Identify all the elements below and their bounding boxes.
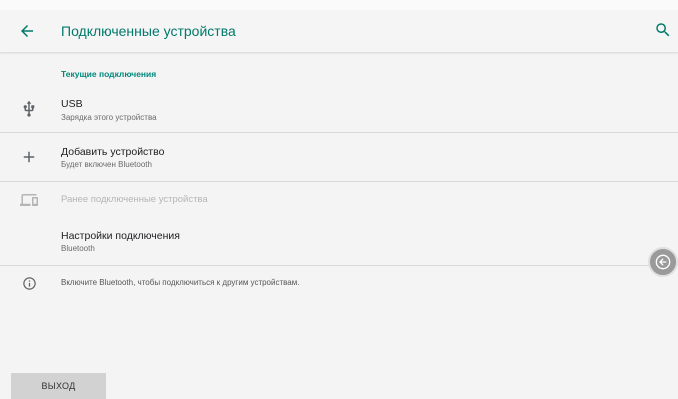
connection-settings-title: Настройки подключения	[61, 230, 180, 242]
arrow-left-icon[interactable]	[18, 22, 36, 40]
divider	[0, 181, 678, 182]
usb-title: USB	[61, 98, 83, 110]
arrow-left-icon	[655, 254, 671, 270]
add-device-row[interactable]: Добавить устройство Будет включен Blueto…	[0, 135, 678, 180]
plus-icon	[23, 151, 35, 163]
add-device-subtitle: Будет включен Bluetooth	[61, 160, 152, 169]
search-icon[interactable]	[654, 21, 672, 39]
usb-subtitle: Зарядка этого устройства	[61, 113, 157, 122]
connection-settings-subtitle: Bluetooth	[61, 244, 95, 253]
previous-devices-label: Ранее подключенные устройства	[61, 194, 208, 205]
devices-icon	[20, 194, 38, 206]
info-text: Включите Bluetooth, чтобы подключиться к…	[61, 278, 300, 287]
connection-settings-row[interactable]: Настройки подключения Bluetooth	[0, 222, 678, 264]
app-bar: Подключенные устройства	[0, 10, 678, 53]
section-header-current: Текущие подключения	[61, 69, 157, 79]
usb-row[interactable]: USB Зарядка этого устройства	[0, 88, 678, 132]
divider	[0, 265, 678, 266]
status-strip	[0, 0, 678, 10]
page-title: Подключенные устройства	[61, 23, 236, 39]
usb-icon	[23, 100, 35, 117]
add-device-title: Добавить устройство	[61, 146, 165, 158]
floating-back-button[interactable]	[648, 247, 678, 277]
info-icon	[23, 277, 36, 290]
exit-button[interactable]: ВЫХОД	[11, 373, 106, 399]
divider	[0, 132, 678, 133]
